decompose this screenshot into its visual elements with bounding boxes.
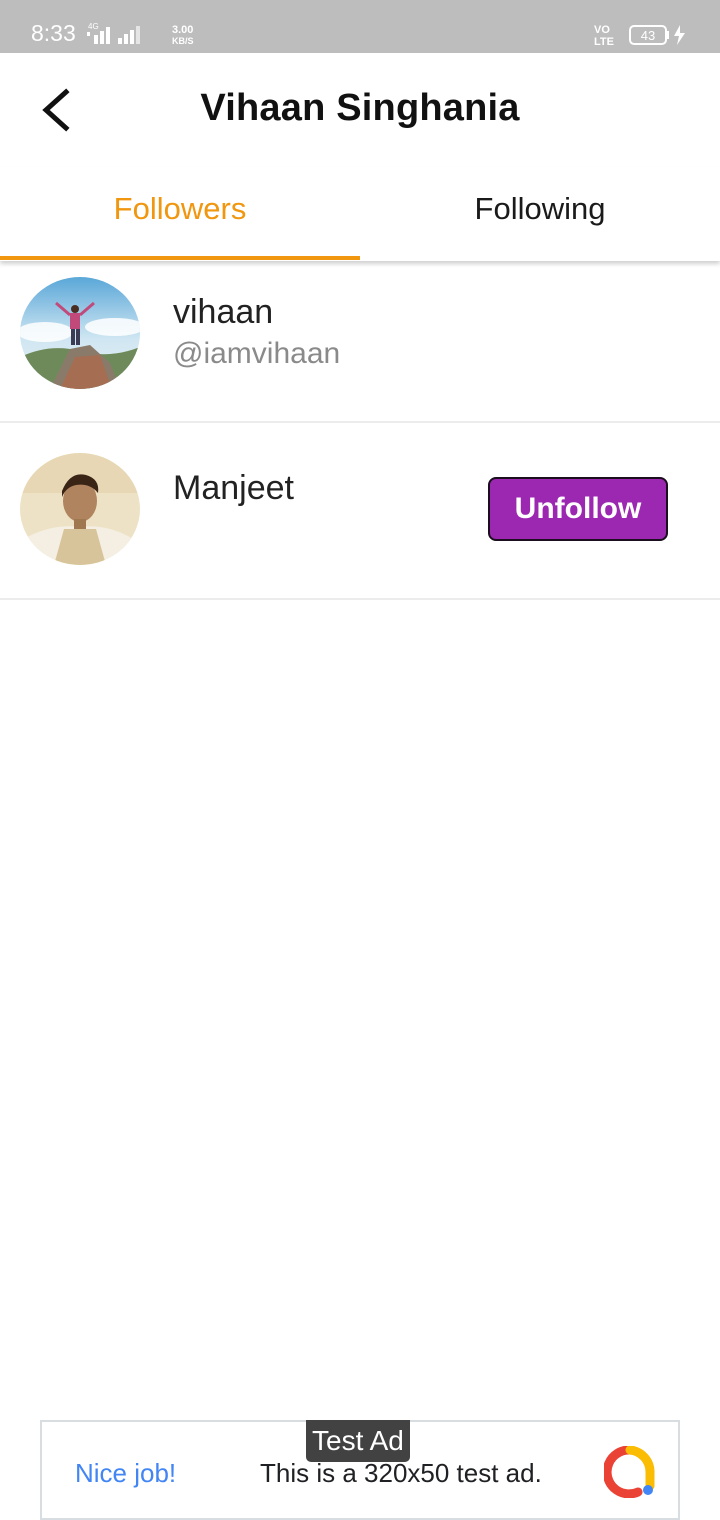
list-item[interactable]: Manjeet Unfollow [0, 423, 720, 600]
ad-banner[interactable]: Test Ad Nice job! This is a 320x50 test … [40, 1420, 680, 1520]
follower-handle: @iamvihaan [173, 337, 341, 370]
avatar[interactable] [20, 277, 140, 389]
signal-icon: 4G 3.00 KB/S [87, 22, 194, 46]
list-item[interactable]: vihaan @iamvihaan [0, 261, 720, 423]
follower-name: Manjeet [173, 469, 294, 507]
page-title: Vihaan Singhania [200, 87, 520, 129]
tab-following[interactable]: Following [360, 167, 720, 261]
ad-body[interactable]: This is a 320x50 test ad. [260, 1458, 542, 1489]
status-time: 8:33 [31, 20, 76, 46]
unfollow-button[interactable]: Unfollow [488, 477, 668, 541]
avatar[interactable] [20, 453, 140, 565]
ad-headline[interactable]: Nice job! [75, 1458, 176, 1489]
battery-icon: VO LTE 43 [594, 24, 685, 48]
tab-followers[interactable]: Followers [0, 167, 360, 261]
tab-indicator [0, 256, 360, 260]
svg-text:LTE: LTE [594, 36, 614, 48]
network-speed-unit: KB/S [172, 36, 194, 46]
svg-text:VO: VO [594, 24, 610, 36]
network-type-label: 4G [88, 22, 99, 31]
test-ad-badge: Test Ad [306, 1420, 410, 1462]
app-bar: Vihaan Singhania [0, 53, 720, 167]
network-speed: 3.00 [172, 24, 193, 36]
tab-bar: Followers Following [0, 167, 720, 261]
follower-name: vihaan [173, 293, 274, 331]
status-bar: 8:33 4G 3.00 KB/S VO LTE 43 [0, 0, 720, 53]
battery-level: 43 [641, 28, 655, 43]
admob-logo-icon [604, 1446, 655, 1498]
